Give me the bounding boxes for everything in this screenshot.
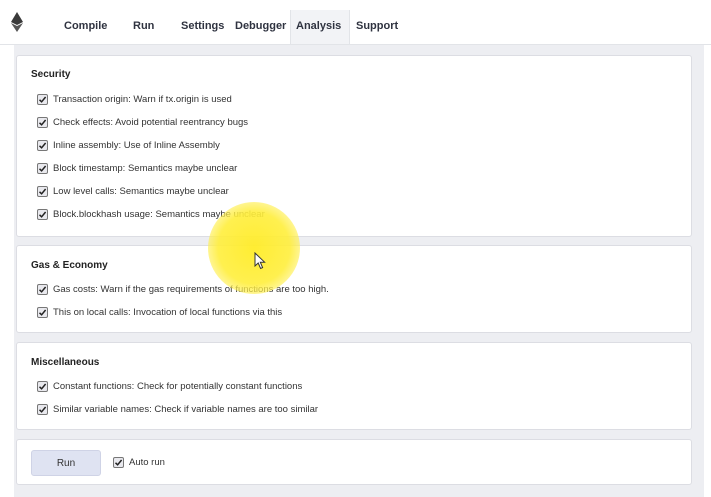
option-label: Low level calls: Semantics maybe unclear — [53, 185, 229, 197]
security-option-check-effects[interactable]: Check effects: Avoid potential reentranc… — [37, 115, 248, 129]
checkbox-check-effects[interactable] — [37, 116, 48, 128]
auto-run-option[interactable]: Auto run — [113, 455, 165, 469]
miscellaneous-section: Miscellaneous Constant functions: Check … — [16, 342, 692, 430]
security-option-block-timestamp[interactable]: Block timestamp: Semantics maybe unclear — [37, 161, 237, 175]
security-option-low-level-calls[interactable]: Low level calls: Semantics maybe unclear — [37, 184, 229, 198]
option-label: Similar variable names: Check if variabl… — [53, 403, 319, 415]
checkbox-block-timestamp[interactable] — [37, 162, 48, 174]
checkmark-icon — [38, 211, 47, 218]
checkmark-icon — [38, 188, 47, 195]
checkbox-blockhash[interactable] — [37, 208, 48, 220]
tab-run[interactable]: Run — [133, 20, 154, 32]
checkmark-icon — [38, 286, 47, 293]
checkbox-low-level-calls[interactable] — [37, 185, 48, 197]
ethereum-logo-icon — [11, 12, 23, 32]
checkbox-gas-costs[interactable] — [37, 283, 48, 295]
checkmark-icon — [38, 309, 47, 316]
section-title-security: Security — [31, 69, 71, 80]
checkmark-icon — [38, 383, 47, 390]
security-option-blockhash[interactable]: Block.blockhash usage: Semantics maybe u… — [37, 207, 265, 221]
option-label: Transaction origin: Warn if tx.origin is… — [53, 93, 232, 105]
analysis-panel: Security Transaction origin: Warn if tx.… — [14, 45, 704, 497]
security-option-tx-origin[interactable]: Transaction origin: Warn if tx.origin is… — [37, 92, 232, 106]
option-label: Block.blockhash usage: Semantics maybe u… — [53, 208, 265, 220]
tab-support[interactable]: Support — [356, 20, 398, 32]
checkbox-constant-functions[interactable] — [37, 380, 48, 392]
option-label: This on local calls: Invocation of local… — [53, 306, 283, 318]
tab-analysis[interactable]: Analysis — [296, 20, 341, 32]
run-analysis-button[interactable]: Run — [31, 450, 101, 476]
security-option-inline-assembly[interactable]: Inline assembly: Use of Inline Assembly — [37, 138, 220, 152]
gas-option-this-local-calls[interactable]: This on local calls: Invocation of local… — [37, 305, 282, 319]
checkbox-auto-run[interactable] — [113, 456, 124, 468]
misc-option-constant-functions[interactable]: Constant functions: Check for potentiall… — [37, 379, 302, 393]
option-label: Constant functions: Check for potentiall… — [53, 380, 303, 392]
checkmark-icon — [38, 165, 47, 172]
checkmark-icon — [38, 119, 47, 126]
option-label: Gas costs: Warn if the gas requirements … — [53, 283, 329, 295]
checkmark-icon — [38, 96, 47, 103]
option-label: Check effects: Avoid potential reentranc… — [53, 116, 249, 128]
checkmark-icon — [114, 459, 123, 466]
auto-run-label: Auto run — [129, 456, 165, 468]
gas-option-gas-costs[interactable]: Gas costs: Warn if the gas requirements … — [37, 282, 329, 296]
checkbox-similar-variable-names[interactable] — [37, 403, 48, 415]
top-nav-bar: Compile Run Settings Debugger Analysis S… — [0, 0, 711, 45]
checkbox-inline-assembly[interactable] — [37, 139, 48, 151]
option-label: Block timestamp: Semantics maybe unclear — [53, 162, 238, 174]
tab-debugger[interactable]: Debugger — [235, 20, 286, 32]
checkbox-this-local-calls[interactable] — [37, 306, 48, 318]
checkmark-icon — [38, 142, 47, 149]
misc-option-similar-variable-names[interactable]: Similar variable names: Check if variabl… — [37, 402, 318, 416]
checkbox-tx-origin[interactable] — [37, 93, 48, 105]
security-section: Security Transaction origin: Warn if tx.… — [16, 55, 692, 237]
option-label: Inline assembly: Use of Inline Assembly — [53, 139, 220, 151]
gas-economy-section: Gas & Economy Gas costs: Warn if the gas… — [16, 245, 692, 333]
run-controls-section: Run Auto run — [16, 439, 692, 485]
section-title-misc: Miscellaneous — [31, 357, 100, 368]
tab-settings[interactable]: Settings — [181, 20, 224, 32]
section-title-gas: Gas & Economy — [31, 260, 108, 271]
tab-compile[interactable]: Compile — [64, 20, 107, 32]
checkmark-icon — [38, 406, 47, 413]
